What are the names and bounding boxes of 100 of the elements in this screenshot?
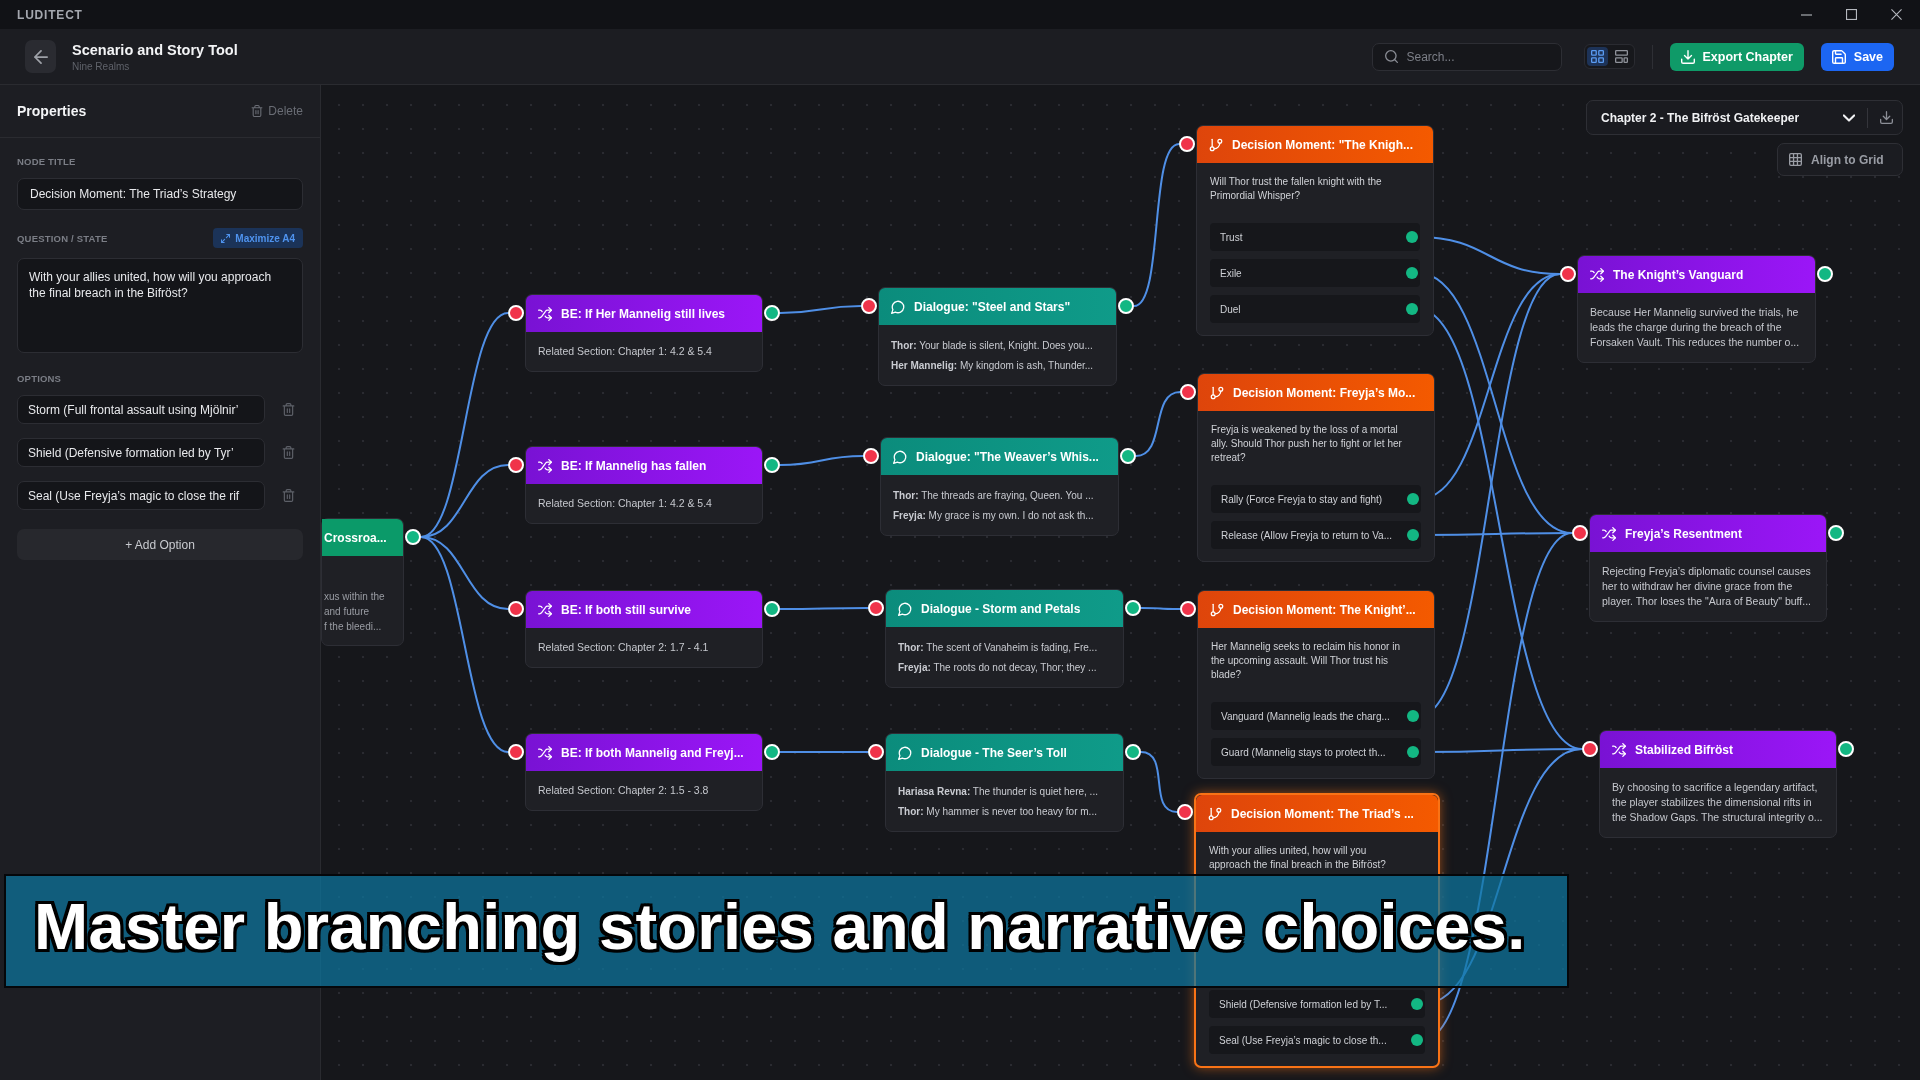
option-field[interactable]: Storm (Full frontal assault using Mjölnir’ — [17, 395, 265, 424]
maximize-button[interactable]: Maximize A4 — [213, 228, 303, 248]
dialogue-line: Thor: My hammer is never too heavy for m... — [898, 805, 1098, 819]
arrow-left-icon — [33, 49, 48, 64]
shuffle-icon — [1590, 267, 1604, 282]
chapter-select[interactable]: Chapter 2 - The Bifröst Gatekeeper — [1601, 101, 1867, 134]
output-handle-icon[interactable] — [764, 744, 780, 760]
output-handle-icon[interactable] — [1118, 298, 1134, 314]
node-text: Related Section: Chapter 2: 1.7 - 4.1 — [538, 640, 710, 655]
output-handle-icon[interactable] — [764, 305, 780, 321]
connector-line — [1135, 391, 1181, 457]
output-handle-icon[interactable] — [1828, 525, 1844, 541]
node-title: Crossroa... — [324, 530, 387, 545]
output-handle-icon[interactable] — [1120, 448, 1136, 464]
chat-bubble-icon — [891, 299, 905, 314]
output-handle-icon[interactable] — [1411, 998, 1423, 1010]
output-handle-icon[interactable] — [1406, 267, 1418, 279]
node-title: Decision Moment: The Triad’s ... — [1231, 806, 1414, 821]
node-text: By choosing to sacrifice a legendary artifact, the player stabilizes the dimensional rifts in the Shadow Gaps. The structural integrity o... — [1612, 780, 1824, 825]
node-title: Dialogue: "Steel and Stars" — [914, 299, 1071, 314]
question-field[interactable]: With your allies united, how will you approach the final breach in the Bifröst? — [17, 258, 303, 353]
node-title: Decision Moment: Freyja’s Mo... — [1233, 385, 1416, 400]
node-title-field[interactable]: Decision Moment: The Triad’s Strategy — [17, 178, 303, 210]
option-row[interactable]: Rally (Force Freyja to stay and fight) — [1211, 485, 1421, 513]
trash-icon[interactable] — [282, 489, 295, 502]
trash-icon[interactable] — [282, 446, 295, 459]
input-handle-icon[interactable] — [1582, 741, 1598, 757]
node-title: BE: If Her Mannelig still lives — [561, 306, 726, 321]
node-text: f the bleedi... — [324, 620, 383, 634]
output-handle-icon[interactable] — [1406, 231, 1418, 243]
output-handle-icon[interactable] — [1407, 746, 1419, 758]
input-handle-icon[interactable] — [1180, 601, 1196, 617]
trash-icon[interactable] — [282, 403, 295, 416]
panel-title: Properties — [17, 103, 87, 119]
connector-line — [1140, 751, 1178, 813]
shuffle-icon — [538, 458, 552, 473]
field-label: NODE TITLE — [17, 156, 77, 167]
save-button[interactable]: Save — [1820, 42, 1894, 71]
output-handle-icon[interactable] — [1407, 493, 1419, 505]
option-row[interactable]: Exile — [1210, 259, 1420, 287]
input-handle-icon[interactable] — [508, 457, 524, 473]
expand-icon — [221, 233, 231, 243]
option-row[interactable]: Seal (Use Freyja’s magic to close th... — [1209, 1026, 1425, 1054]
output-handle-icon[interactable] — [1838, 741, 1854, 757]
output-handle-icon[interactable] — [764, 457, 780, 473]
option-field[interactable]: Seal (Use Freyja’s magic to close the rif — [17, 481, 265, 510]
maximize-icon[interactable] — [1846, 9, 1857, 20]
input-handle-icon[interactable] — [508, 744, 524, 760]
input-handle-icon[interactable] — [863, 448, 879, 464]
option-field[interactable]: Shield (Defensive formation led by Tyr’ — [17, 438, 265, 467]
option-row[interactable]: Trust — [1210, 223, 1420, 251]
field-label: QUESTION / STATE — [17, 232, 108, 244]
search-field[interactable]: Search... — [1371, 42, 1562, 71]
output-handle-icon[interactable] — [1817, 266, 1833, 282]
input-handle-icon[interactable] — [868, 600, 884, 616]
node-title: Dialogue - The Seer’s Toll — [921, 745, 1067, 760]
view-mode-button[interactable] — [1586, 47, 1608, 66]
back-button[interactable] — [25, 40, 56, 73]
output-handle-icon[interactable] — [1125, 744, 1141, 760]
input-handle-icon[interactable] — [861, 298, 877, 314]
input-handle-icon[interactable] — [1560, 266, 1576, 282]
output-handle-icon[interactable] — [1411, 1034, 1423, 1046]
output-handle-icon[interactable] — [1407, 529, 1419, 541]
input-handle-icon[interactable] — [1180, 384, 1196, 400]
minimize-icon[interactable] — [1801, 13, 1812, 16]
node-title: BE: If both Mannelig and Freyj... — [561, 745, 744, 760]
download-icon[interactable] — [1880, 111, 1893, 124]
input-handle-icon[interactable] — [508, 601, 524, 617]
project-subtitle: Nine Realms — [72, 60, 131, 72]
input-handle-icon[interactable] — [1179, 136, 1195, 152]
option-text: Vanguard (Mannelig leads the charg... — [1221, 710, 1390, 722]
node-text: and future — [324, 605, 371, 619]
input-handle-icon[interactable] — [508, 305, 524, 321]
node-text: Rejecting Freyja’s diplomatic counsel causes her to withdraw her divine grace from the player. Thor loses the "Aura of Beauty" buff... — [1602, 564, 1813, 609]
close-icon[interactable] — [1891, 9, 1902, 20]
output-handle-icon[interactable] — [764, 601, 780, 617]
search-input[interactable]: Search... — [1406, 43, 1561, 70]
export-button[interactable]: Export Chapter — [1669, 42, 1804, 71]
option-row[interactable]: Vanguard (Mannelig leads the charg... — [1211, 702, 1421, 730]
option-row[interactable]: Release (Allow Freyja to return to Va... — [1211, 521, 1421, 549]
option-row[interactable]: Duel — [1210, 295, 1420, 323]
add-option-button[interactable]: + Add Option — [17, 529, 303, 560]
align-to-grid-button[interactable]: Align to Grid — [1777, 143, 1903, 176]
input-handle-icon[interactable] — [1177, 804, 1193, 820]
output-handle-icon[interactable] — [1407, 710, 1419, 722]
output-handle-icon[interactable] — [1406, 303, 1418, 315]
node-title: BE: If Mannelig has fallen — [561, 458, 707, 473]
shuffle-icon — [1612, 742, 1626, 757]
output-handle-icon[interactable] — [405, 529, 421, 545]
input-handle-icon[interactable] — [1572, 525, 1588, 541]
chat-bubble-icon — [898, 745, 912, 760]
input-handle-icon[interactable] — [868, 744, 884, 760]
node-text: Related Section: Chapter 2: 1.5 - 3.8 — [538, 783, 710, 798]
branch-icon — [1210, 602, 1224, 617]
download-icon — [1680, 49, 1695, 64]
output-handle-icon[interactable] — [1125, 600, 1141, 616]
option-row[interactable]: Shield (Defensive formation led by T... — [1209, 990, 1425, 1018]
option-row[interactable]: Guard (Mannelig stays to protect th... — [1211, 738, 1421, 766]
node-title: Freyja’s Resentment — [1625, 526, 1742, 541]
caption-text: Master branching stories and narrative choices. — [34, 888, 1526, 964]
